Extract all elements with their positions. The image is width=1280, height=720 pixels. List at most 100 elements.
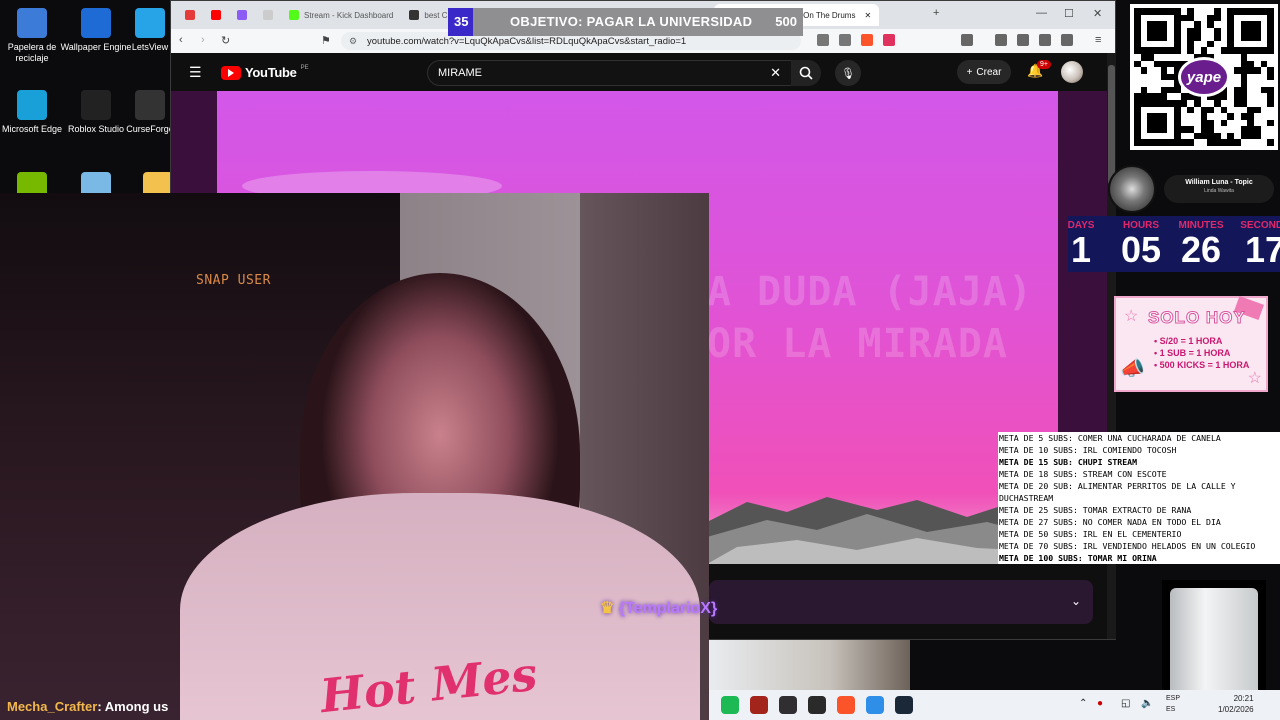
timer-minutes: MINUTES 26 [1166, 216, 1236, 269]
recycle-bin-icon [17, 8, 47, 38]
goal-progress-bar: 35 OBJETIVO: PAGAR LA UNIVERSIDAD 500 [448, 8, 803, 36]
sub-goal-item: META DE 70 SUBS: IRL VENDIENDO HELADOS E… [999, 541, 1256, 551]
dota-icon[interactable] [750, 696, 768, 714]
obs-icon[interactable] [779, 696, 797, 714]
brave-icon[interactable] [837, 696, 855, 714]
subathon-timer: DAYS1HOURS05MINUTES26SECONDS17 [1068, 216, 1280, 272]
music-icon[interactable] [995, 34, 1007, 46]
megaphone-icon: 📣 [1120, 358, 1145, 380]
menu-icon[interactable]: ≡ [1095, 34, 1101, 46]
clock[interactable]: 20:21 1/02/2026 [1218, 693, 1254, 715]
chevron-up-icon[interactable]: ⌃ [1079, 698, 1087, 709]
track-artist: Linda Wawita [1204, 188, 1234, 194]
search-icon [799, 66, 813, 80]
track-title: William Luna - Topic [1185, 179, 1253, 186]
obs-tray-icon[interactable]: ● [1097, 698, 1103, 709]
steam-icon[interactable] [895, 696, 913, 714]
tab-kick-studio[interactable] [177, 4, 203, 26]
language-indicator[interactable]: ESP ES [1166, 693, 1180, 715]
vpn-icon[interactable] [1061, 34, 1073, 46]
sub-goal-item: META DE 18 SUBS: STREAM CON ESCOTE [999, 469, 1167, 479]
brave-shield-icon[interactable] [861, 34, 873, 46]
minimize-button[interactable]: — [1036, 7, 1047, 19]
chat-username: Mecha_Crafter [7, 699, 98, 714]
network-icon[interactable]: ◱ [1121, 698, 1130, 709]
plus-icon: + [966, 66, 973, 78]
voice-search-button[interactable]: 🎙 [835, 60, 861, 86]
tab-blank[interactable] [255, 4, 281, 26]
tab-youtube-pinned[interactable] [203, 4, 229, 26]
promo-title: SOLO HOY [1148, 308, 1246, 328]
bookmark-icon[interactable]: ⚑ [321, 34, 331, 47]
bot-icon [409, 10, 420, 20]
sidebar-icon[interactable] [961, 34, 973, 46]
sub-goal-item: META DE 27 SUBS: NO COMER NADA EN TODO E… [999, 517, 1221, 527]
brave-rewards-icon[interactable] [883, 34, 895, 46]
goal-current: 35 [454, 14, 469, 29]
search-value: MIRAME [438, 67, 482, 79]
sub-goal-item: META DE 10 SUBS: IRL COMIENDO TOCOSH [999, 445, 1177, 455]
share-icon[interactable] [839, 34, 851, 46]
sub-goal-item: META DE 50 SUBS: IRL EN EL CEMENTERIO [999, 529, 1182, 539]
close-tab-icon[interactable]: ✕ [864, 11, 871, 20]
taskbar: ⌃ ● ◱ 🔈 [709, 690, 1280, 720]
yape-qr-code: yape [1130, 4, 1278, 150]
search-button[interactable] [791, 60, 821, 86]
now-playing-info: William Luna - Topic Linda Wawita [1164, 175, 1274, 203]
create-label: Crear [976, 66, 1002, 78]
maximize-button[interactable]: ☐ [1064, 7, 1074, 20]
playlist-panel[interactable]: ⌄ [709, 580, 1093, 624]
notepad-icon[interactable] [866, 696, 884, 714]
browser-tab[interactable]: Stream - Kick Dashboard [281, 4, 401, 26]
spotify-icon[interactable] [721, 696, 739, 714]
sub-goal-item: META DE 100 SUBS: TOMAR MI ORINA [999, 553, 1157, 563]
now-playing-widget: William Luna - Topic Linda Wawita [1108, 165, 1276, 213]
clear-search-icon[interactable]: ✕ [770, 65, 781, 81]
star-icon: ☆ [1124, 308, 1139, 325]
install-icon[interactable] [817, 34, 829, 46]
wallet-icon[interactable] [1017, 34, 1029, 46]
language-code: ESP [1166, 695, 1181, 702]
browser-tab-label: Stream - Kick Dashboard [304, 10, 394, 20]
extensions-icon[interactable] [1039, 34, 1051, 46]
letsview-icon [135, 8, 165, 38]
youtube-header: ☰ YouTube PE MIRAME ✕ 🎙 + Crear 🔔 9+ [171, 53, 1107, 91]
edge-icon [17, 90, 47, 120]
video-overlay-text: A DUDA (JAJA) OR LA MIRADA [707, 269, 1034, 367]
avatar[interactable] [1061, 61, 1083, 83]
reload-icon[interactable]: ↻ [221, 34, 230, 47]
album-art [1108, 165, 1156, 213]
star-icon: ☆ [1247, 370, 1262, 387]
new-tab-button[interactable]: + [933, 7, 939, 19]
blank-tab-icon [263, 10, 273, 20]
search-input[interactable]: MIRAME ✕ [427, 60, 792, 86]
roblox-icon [81, 90, 111, 120]
mic-icon: 🎙 [841, 67, 855, 80]
sub-goal-item: DUCHASTREAM [999, 493, 1054, 503]
site-info-icon[interactable]: ⚙ [349, 36, 357, 47]
chevron-down-icon[interactable]: ⌄ [1071, 594, 1081, 608]
promo-line: • 500 KICKS = 1 HORA [1154, 360, 1250, 370]
timer-value: 26 [1180, 229, 1222, 270]
goal-target: 500 [775, 14, 797, 29]
hamburger-menu-icon[interactable]: ☰ [189, 64, 202, 81]
close-window-button[interactable]: ✕ [1093, 7, 1102, 20]
tab-app[interactable] [229, 4, 255, 26]
volume-icon[interactable]: 🔈 [1141, 698, 1153, 709]
snap-user-label: SNAP USER [196, 273, 271, 288]
chat-message: Mecha_Crafter: Among us [7, 699, 168, 714]
xbox-icon[interactable] [808, 696, 826, 714]
youtube-icon [211, 10, 221, 20]
forward-icon[interactable]: › [201, 34, 205, 46]
youtube-play-icon [221, 65, 241, 80]
kick-icon [289, 10, 299, 20]
chat-text: : Among us [97, 699, 169, 714]
create-button[interactable]: + Crear [957, 60, 1011, 84]
sneaker-image [709, 640, 910, 690]
language-code-2: ES [1166, 706, 1176, 713]
back-icon[interactable]: ‹ [179, 34, 183, 46]
sub-goal-item: META DE 20 SUB: ALIMENTAR PERRITOS DE LA… [999, 481, 1236, 491]
sub-goal-item: META DE 15 SUB: CHUPI STREAM [999, 457, 1138, 467]
yape-logo: yape [1178, 57, 1230, 97]
youtube-logo[interactable]: YouTube PE [221, 65, 309, 80]
